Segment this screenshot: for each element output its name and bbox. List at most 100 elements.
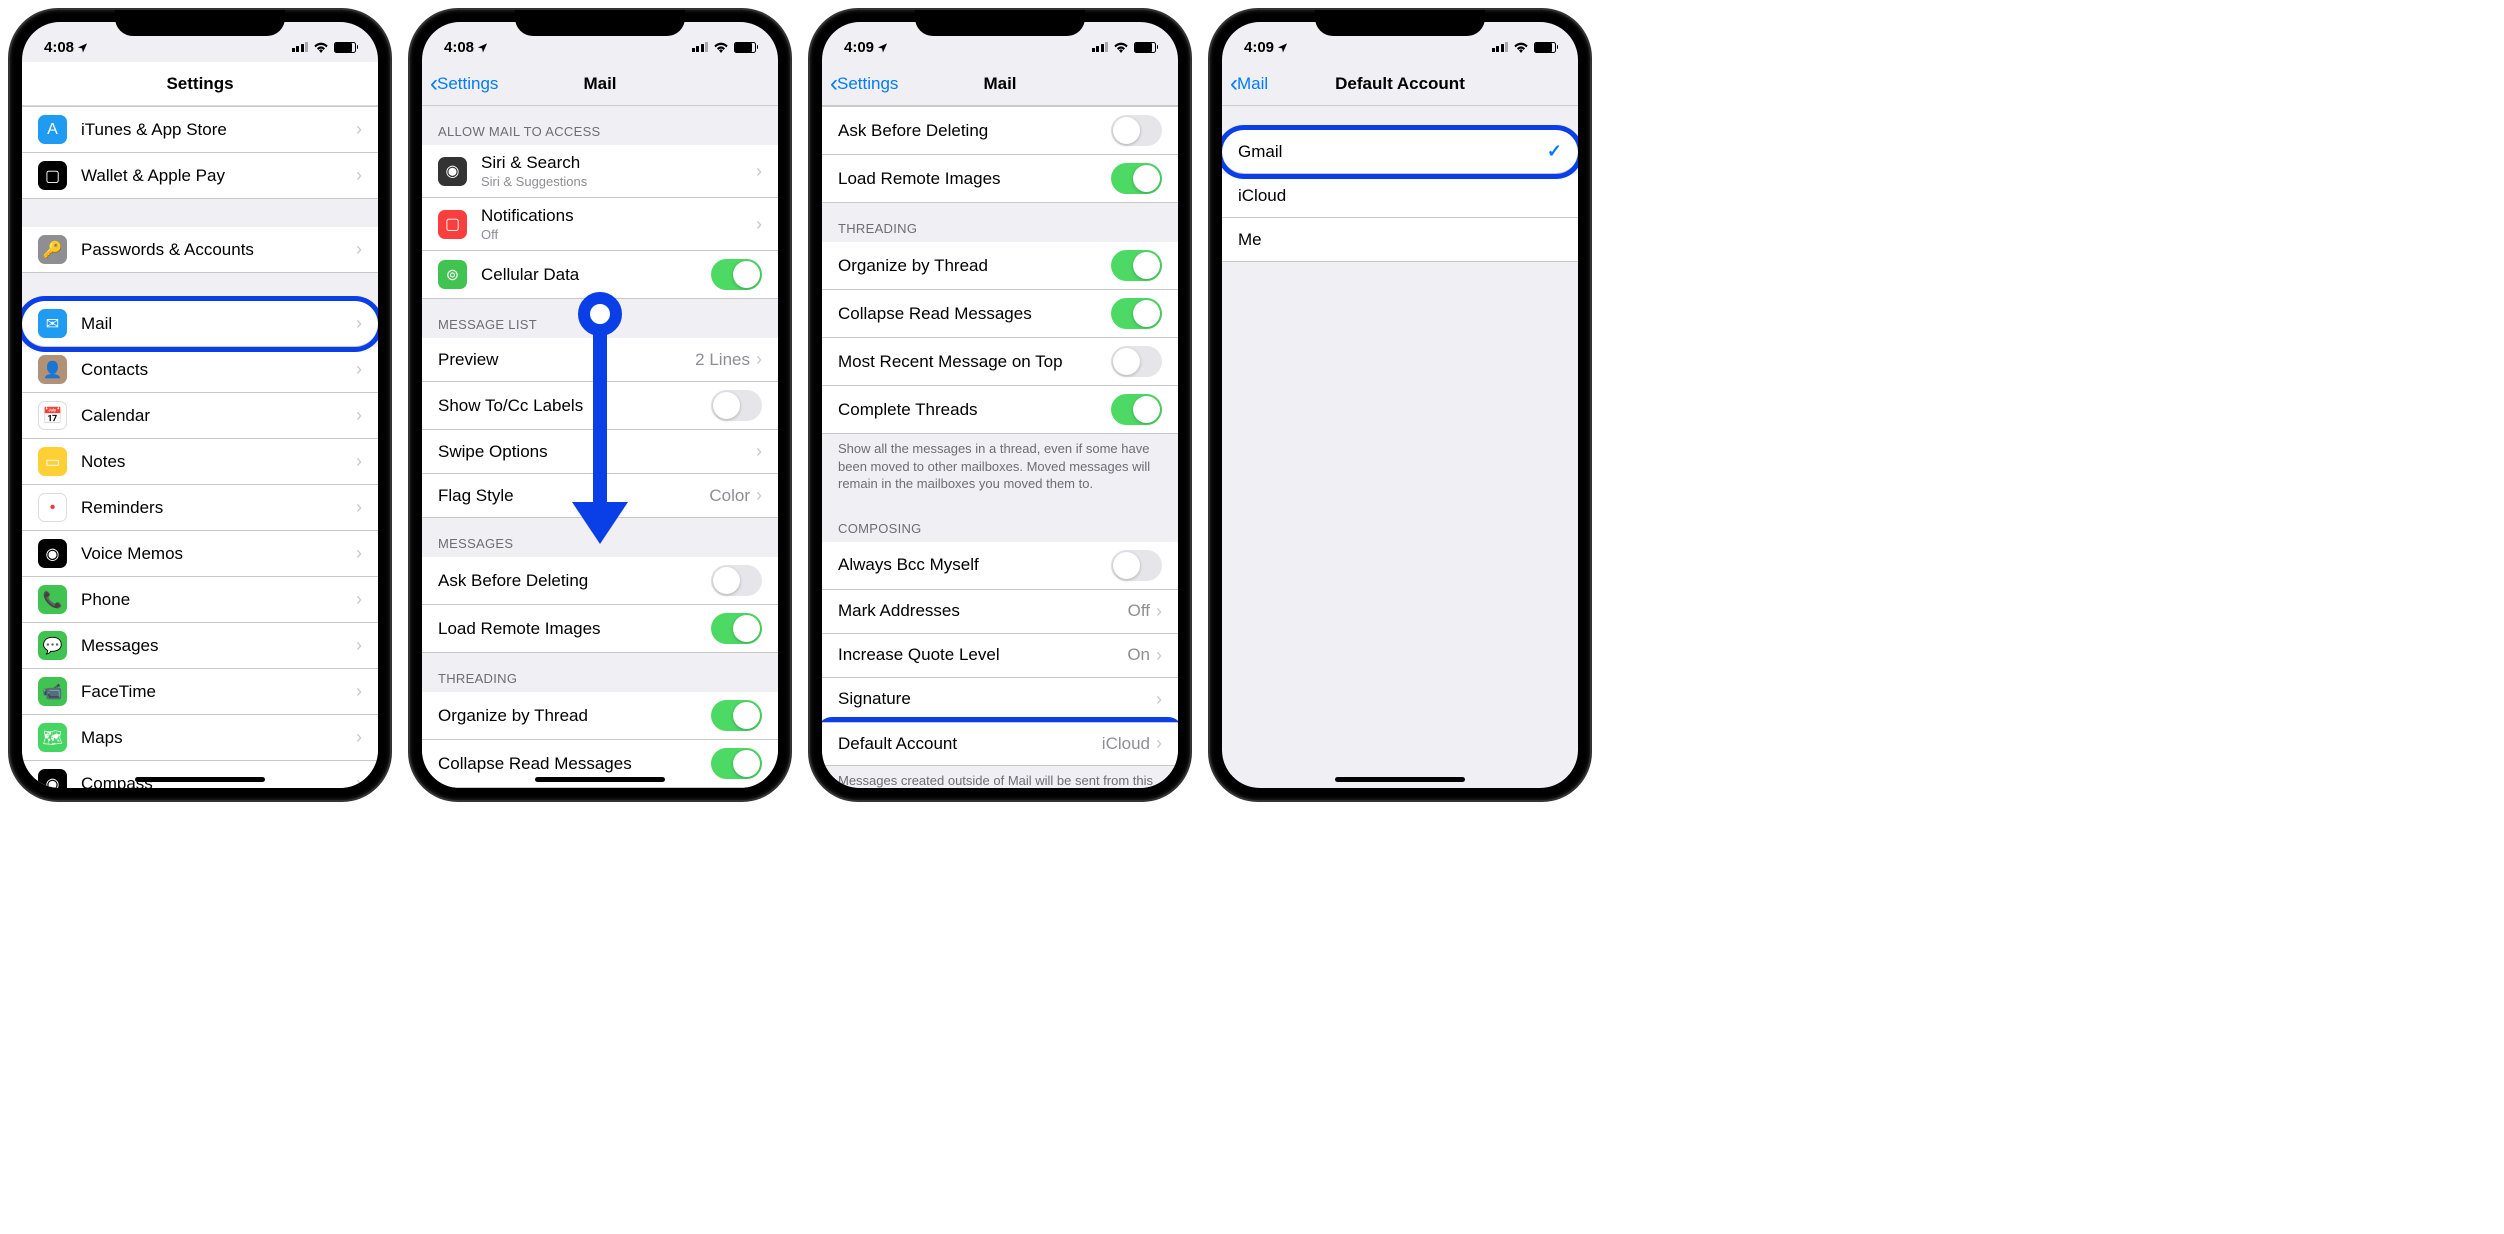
status-time: 4:08: [44, 39, 74, 56]
row-organize[interactable]: Organize by Thread: [422, 692, 778, 740]
row-label: Swipe Options: [438, 442, 756, 462]
toggle[interactable]: [711, 565, 762, 596]
phone-frame-4: 4:09 ‹Mail Default Account Gmail✓ iCloud…: [1210, 10, 1590, 800]
phone-frame-3: 4:09 ‹Settings Mail Ask Before Deleting …: [810, 10, 1190, 800]
signal-icon: [1092, 42, 1109, 52]
row-label: Load Remote Images: [838, 169, 1111, 189]
row-tocc[interactable]: Show To/Cc Labels: [422, 382, 778, 430]
signal-icon: [692, 42, 709, 52]
row-messages[interactable]: 💬 Messages ›: [22, 623, 378, 669]
row-recent[interactable]: Most Recent Message on Top: [822, 338, 1178, 386]
row-quote-level[interactable]: Increase Quote LevelOn›: [822, 634, 1178, 678]
row-account-me[interactable]: Me: [1222, 218, 1578, 262]
phone-frame-1: 4:08 Settings A iTunes & App Store › ▢ W…: [10, 10, 390, 800]
toggle[interactable]: [711, 259, 762, 290]
home-indicator[interactable]: [535, 777, 665, 782]
toggle[interactable]: [1111, 250, 1162, 281]
screen-3: 4:09 ‹Settings Mail Ask Before Deleting …: [822, 22, 1178, 788]
toggle[interactable]: [711, 390, 762, 421]
wifi-icon: [1513, 41, 1529, 53]
row-label: Default Account: [838, 734, 1102, 754]
row-label: Gmail: [1238, 142, 1547, 162]
settings-list[interactable]: A iTunes & App Store › ▢ Wallet & Apple …: [22, 106, 378, 788]
row-calendar[interactable]: 📅 Calendar ›: [22, 393, 378, 439]
row-mark-addresses[interactable]: Mark AddressesOff›: [822, 590, 1178, 634]
row-complete[interactable]: Complete Threads: [822, 386, 1178, 434]
app-icon: ◉: [38, 769, 67, 788]
cellular-icon: ⊚: [438, 260, 467, 289]
row-mail[interactable]: ✉ Mail ›: [22, 301, 378, 347]
row-organize[interactable]: Organize by Thread: [822, 242, 1178, 290]
toggle[interactable]: [1111, 298, 1162, 329]
back-button[interactable]: ‹Mail: [1230, 70, 1268, 98]
app-icon: 📹: [38, 677, 67, 706]
row-maps[interactable]: 🗺 Maps ›: [22, 715, 378, 761]
toggle[interactable]: [1111, 163, 1162, 194]
row-bcc[interactable]: Always Bcc Myself: [822, 542, 1178, 590]
row-label: Organize by Thread: [838, 256, 1111, 276]
row-preview[interactable]: Preview2 Lines›: [422, 338, 778, 382]
notch: [915, 10, 1085, 36]
default-account-list[interactable]: Gmail✓ iCloud Me: [1222, 106, 1578, 788]
row-label: FaceTime: [81, 682, 356, 702]
chevron-right-icon: ›: [756, 214, 762, 235]
toggle[interactable]: [1111, 346, 1162, 377]
row-remote-images[interactable]: Load Remote Images: [822, 155, 1178, 203]
row-compass[interactable]: ◉ Compass ›: [22, 761, 378, 788]
toggle[interactable]: [1111, 115, 1162, 146]
app-icon: 📅: [38, 401, 67, 430]
wifi-icon: [1113, 41, 1129, 53]
row-notifications[interactable]: ▢NotificationsOff›: [422, 198, 778, 251]
back-label: Mail: [1237, 74, 1268, 94]
row-account-icloud[interactable]: iCloud: [1222, 174, 1578, 218]
row-voice-memos[interactable]: ◉ Voice Memos ›: [22, 531, 378, 577]
toggle[interactable]: [711, 613, 762, 644]
row-siri[interactable]: ◉Siri & SearchSiri & Suggestions›: [422, 145, 778, 198]
row-label: Passwords & Accounts: [81, 240, 356, 260]
row-collapse[interactable]: Collapse Read Messages: [822, 290, 1178, 338]
chevron-right-icon: ›: [756, 161, 762, 182]
section-header: MESSAGES: [422, 518, 778, 557]
screen-4: 4:09 ‹Mail Default Account Gmail✓ iCloud…: [1222, 22, 1578, 788]
mail-settings-list[interactable]: Ask Before Deleting Load Remote Images T…: [822, 106, 1178, 788]
row-signature[interactable]: Signature›: [822, 678, 1178, 722]
mail-settings-list[interactable]: ALLOW MAIL TO ACCESS ◉Siri & SearchSiri …: [422, 106, 778, 788]
row-ask-delete[interactable]: Ask Before Deleting: [822, 106, 1178, 155]
screen-1: 4:08 Settings A iTunes & App Store › ▢ W…: [22, 22, 378, 788]
row-label: Collapse Read Messages: [438, 754, 711, 774]
toggle[interactable]: [1111, 550, 1162, 581]
home-indicator[interactable]: [1335, 777, 1465, 782]
row-notes[interactable]: ▭ Notes ›: [22, 439, 378, 485]
chevron-right-icon: ›: [356, 451, 362, 472]
row-ask-delete[interactable]: Ask Before Deleting: [422, 557, 778, 605]
row-account-gmail[interactable]: Gmail✓: [1222, 130, 1578, 174]
notch: [515, 10, 685, 36]
row-label: Complete Threads: [838, 400, 1111, 420]
row-default-account[interactable]: Default AccountiCloud›: [822, 722, 1178, 766]
row-wallet-apple-pay[interactable]: ▢ Wallet & Apple Pay ›: [22, 153, 378, 199]
row-facetime[interactable]: 📹 FaceTime ›: [22, 669, 378, 715]
row-reminders[interactable]: • Reminders ›: [22, 485, 378, 531]
row-flag[interactable]: Flag StyleColor›: [422, 474, 778, 518]
toggle[interactable]: [711, 748, 762, 779]
app-icon: ◉: [38, 539, 67, 568]
back-button[interactable]: ‹Settings: [430, 70, 498, 98]
row-label: Cellular Data: [481, 265, 711, 285]
row-sublabel: Siri & Suggestions: [481, 174, 756, 189]
row-remote-images[interactable]: Load Remote Images: [422, 605, 778, 653]
row-label: Calendar: [81, 406, 356, 426]
row-contacts[interactable]: 👤 Contacts ›: [22, 347, 378, 393]
row-label: Collapse Read Messages: [838, 304, 1111, 324]
row-swipe[interactable]: Swipe Options›: [422, 430, 778, 474]
row-itunes-app-store[interactable]: A iTunes & App Store ›: [22, 106, 378, 153]
home-indicator[interactable]: [135, 777, 265, 782]
toggle[interactable]: [711, 700, 762, 731]
toggle[interactable]: [1111, 394, 1162, 425]
row-passwords-accounts[interactable]: 🔑 Passwords & Accounts ›: [22, 227, 378, 273]
row-cellular[interactable]: ⊚ Cellular Data: [422, 251, 778, 299]
row-sublabel: Off: [481, 227, 756, 242]
row-phone[interactable]: 📞 Phone ›: [22, 577, 378, 623]
siri-icon: ◉: [438, 157, 467, 186]
chevron-right-icon: ›: [1156, 645, 1162, 666]
back-button[interactable]: ‹Settings: [830, 70, 898, 98]
